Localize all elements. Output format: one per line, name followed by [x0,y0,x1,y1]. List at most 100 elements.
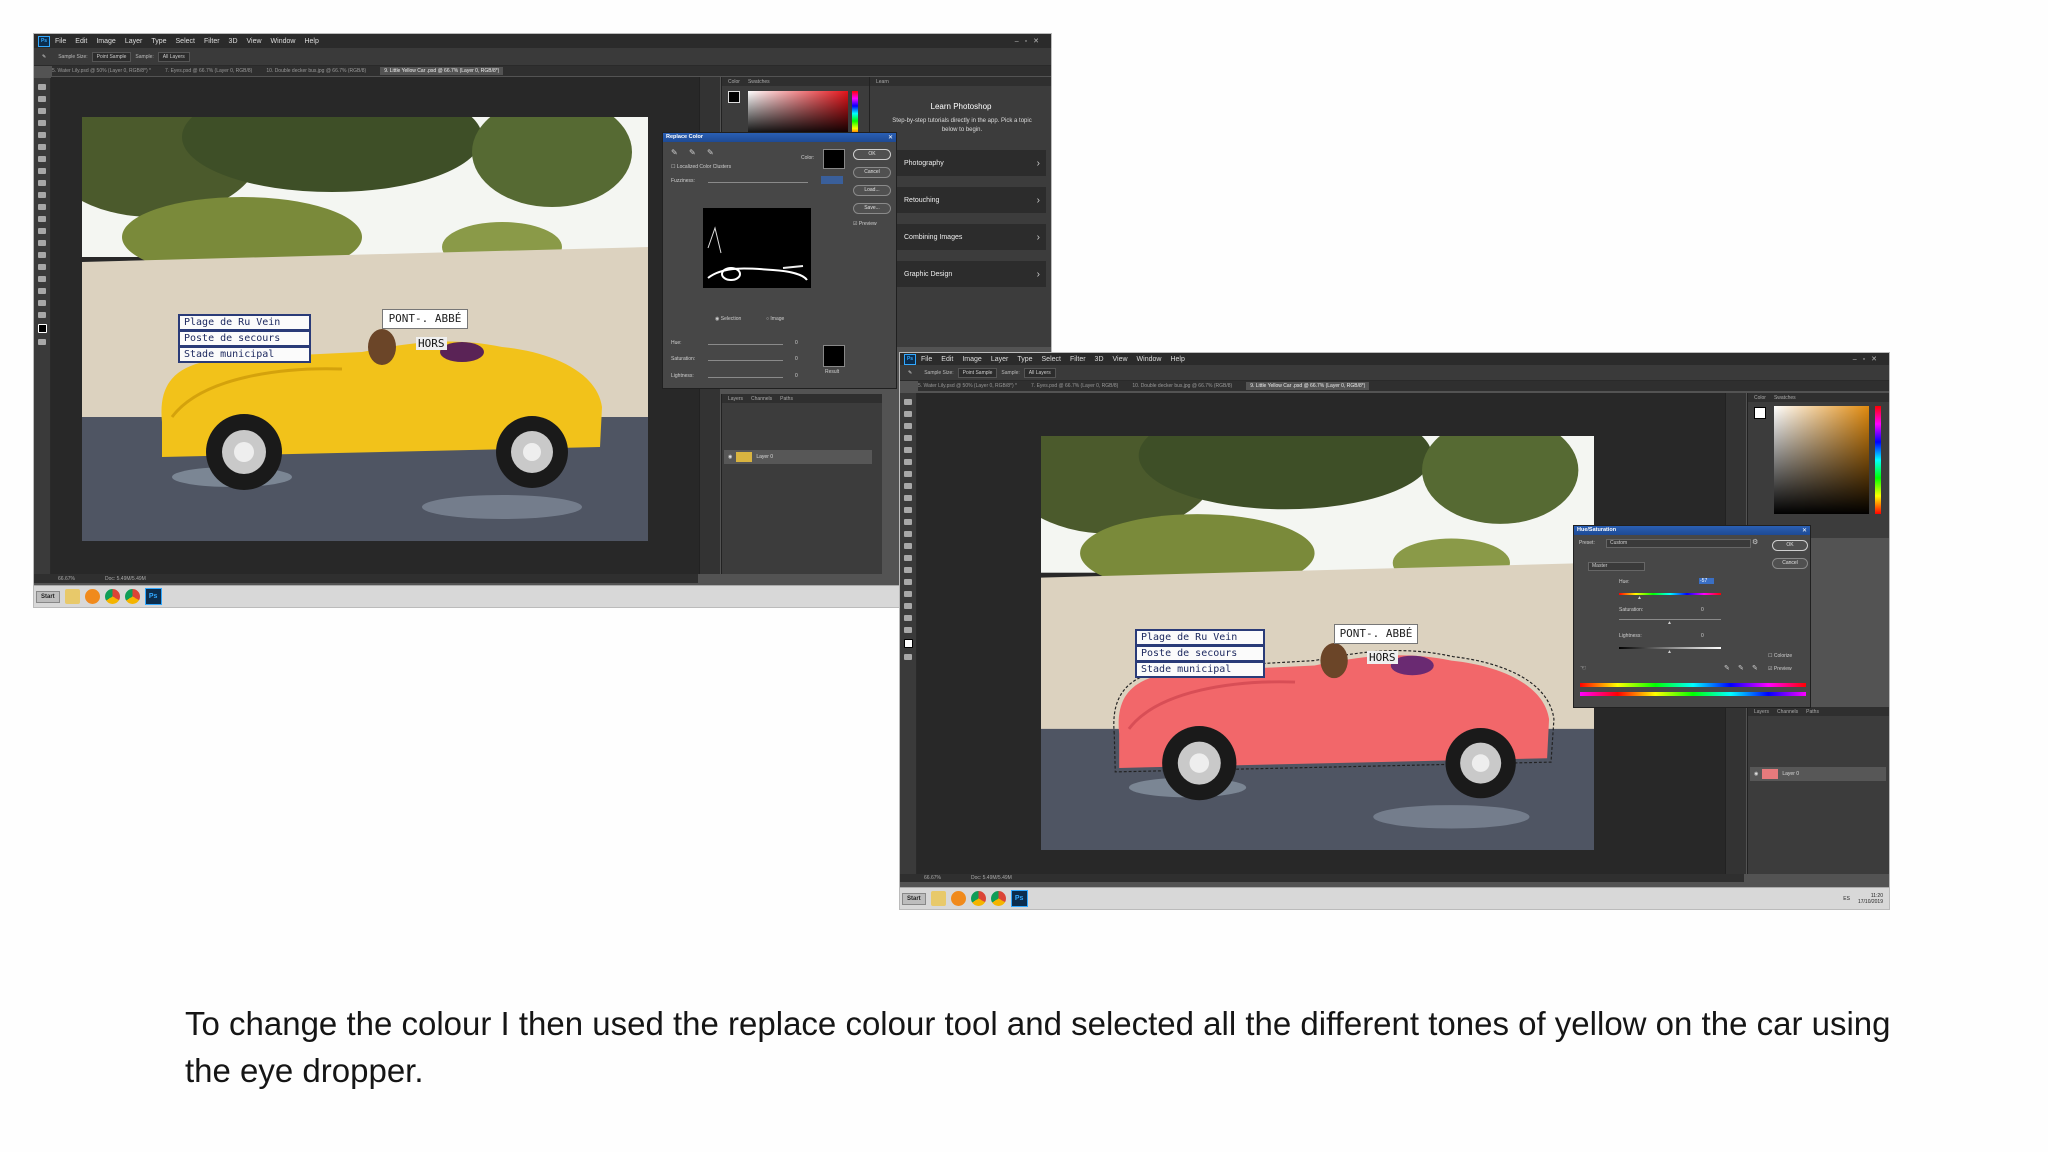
hand-tool-icon[interactable] [904,615,912,621]
tab-layers[interactable]: Layers [1754,709,1769,715]
path-select-icon[interactable] [904,591,912,597]
gear-icon[interactable]: ⚙ [1752,538,1758,546]
eye-icon[interactable]: ◉ [728,454,732,460]
language-indicator[interactable]: ES [1843,896,1850,902]
cancel-button[interactable]: Cancel [853,167,891,178]
saturation-value[interactable]: 0 [1701,607,1704,613]
eraser-tool-icon[interactable] [904,519,912,525]
marquee-tool-icon[interactable] [904,411,912,417]
menu-help[interactable]: Help [304,38,318,45]
load-button[interactable]: Load... [853,185,891,196]
learn-item-graphic-design[interactable]: Graphic Design › [874,261,1046,287]
sample-select[interactable]: All Layers [157,51,190,62]
pen-tool-icon[interactable] [38,252,46,258]
menu-window[interactable]: Window [1137,356,1162,363]
saturation-slider-thumb[interactable]: ▲ [1667,620,1672,626]
lightness-value[interactable]: 0 [1701,633,1704,639]
eraser-tool-icon[interactable] [38,204,46,210]
ok-button[interactable]: OK [1772,540,1808,551]
chrome-icon[interactable] [970,891,986,906]
stamp-tool-icon[interactable] [904,495,912,501]
start-button[interactable]: Start [36,590,60,603]
menu-edit[interactable]: Edit [941,356,953,363]
crop-tool-icon[interactable] [38,132,46,138]
media-player-icon[interactable] [84,589,100,604]
tab-channels[interactable]: Channels [751,396,772,402]
tab-layers[interactable]: Layers [728,396,743,402]
learn-item-combining[interactable]: Combining Images › [874,224,1046,250]
eyedropper-plus-icon[interactable]: ✎ [689,148,696,157]
start-button[interactable]: Start [902,892,926,905]
menu-3d[interactable]: 3D [1095,356,1104,363]
hue-slider-thumb[interactable]: ▲ [1637,595,1642,601]
tab-channels[interactable]: Channels [1777,709,1798,715]
blur-tool-icon[interactable] [904,543,912,549]
file-explorer-icon[interactable] [930,891,946,906]
chrome-icon[interactable] [990,891,1006,906]
saturation-value[interactable]: 0 [795,356,798,362]
hue-value[interactable]: -57 [1699,578,1714,584]
shape-tool-icon[interactable] [38,288,46,294]
fg-bg-swatch[interactable] [728,91,740,103]
fg-bg-swatch[interactable] [1754,407,1766,419]
zoom-level[interactable]: 66.67% [924,875,941,881]
menu-type[interactable]: Type [1017,356,1032,363]
crop-tool-icon[interactable] [904,447,912,453]
tab-swatches[interactable]: Swatches [748,79,770,85]
file-explorer-icon[interactable] [64,589,80,604]
menu-file[interactable]: File [921,356,932,363]
lasso-tool-icon[interactable] [904,423,912,429]
eyedropper-tool-icon[interactable] [904,459,912,465]
healing-tool-icon[interactable] [38,156,46,162]
menu-view[interactable]: View [1113,356,1128,363]
eyedropper-icon[interactable]: ✎ [671,148,678,157]
hand-adjust-icon[interactable]: ☜ [1580,664,1586,672]
close-icon[interactable]: ✕ [888,134,893,141]
quick-select-tool-icon[interactable] [904,435,912,441]
sample-select[interactable]: All Layers [1023,367,1056,378]
eyedropper-icon[interactable]: ✎ [1724,664,1730,672]
menu-view[interactable]: View [247,38,262,45]
chrome-icon[interactable] [104,589,120,604]
lightness-slider[interactable] [708,377,783,378]
foreground-color-icon[interactable] [903,639,913,648]
gradient-tool-icon[interactable] [38,216,46,222]
dodge-tool-icon[interactable] [38,240,46,246]
path-select-icon[interactable] [38,276,46,282]
quick-mask-icon[interactable] [38,339,46,345]
color-picker-field[interactable] [1774,406,1869,514]
doc-tab[interactable]: 10. Double decker bus.jpg @ 66.7% (RGB/8… [266,68,366,74]
save-button[interactable]: Save... [853,203,891,214]
eyedropper-minus-icon[interactable]: ✎ [707,148,714,157]
healing-tool-icon[interactable] [904,471,912,477]
layer-row[interactable]: ◉ Layer 0 [724,450,872,464]
eyedropper-tool-icon[interactable] [38,144,46,150]
menu-file[interactable]: File [55,38,66,45]
menu-layer[interactable]: Layer [125,38,143,45]
move-tool-icon[interactable] [38,84,46,90]
doc-tab-active[interactable]: 9. Little Yellow Car .psd @ 66.7% (Layer… [380,67,504,75]
learn-item-retouching[interactable]: Retouching › [874,187,1046,213]
lightness-value[interactable]: 0 [795,373,798,379]
menu-3d[interactable]: 3D [229,38,238,45]
eyedropper-plus-icon[interactable]: ✎ [1738,664,1744,672]
sample-size-select[interactable]: Point Sample [91,51,132,62]
result-swatch[interactable] [823,345,845,367]
menu-help[interactable]: Help [1170,356,1184,363]
channel-select[interactable]: Master [1588,562,1645,571]
doc-tab[interactable]: 7. Eyes.psd @ 66.7% (Layer 0, RGB/8) [165,68,252,74]
hue-bar[interactable] [852,91,858,136]
color-picker-field[interactable] [748,91,848,136]
doc-tab[interactable]: 5. Water Lily.psd @ 50% (Layer 0, RGB/8*… [918,383,1017,389]
localized-clusters-checkbox[interactable]: ☐ Localized Color Clusters [671,164,731,170]
fuzziness-field[interactable] [821,176,843,184]
hue-slider[interactable] [1619,593,1721,595]
preview-checkbox[interactable]: ☑ Preview [853,221,877,227]
photoshop-taskbar-icon[interactable]: Ps [1010,890,1028,907]
pen-tool-icon[interactable] [904,567,912,573]
dodge-tool-icon[interactable] [904,555,912,561]
history-brush-icon[interactable] [38,192,46,198]
eyedropper-icon[interactable]: ✎ [42,54,46,60]
chrome-icon[interactable] [124,589,140,604]
colorize-checkbox[interactable]: ☐ Colorize [1768,653,1792,659]
